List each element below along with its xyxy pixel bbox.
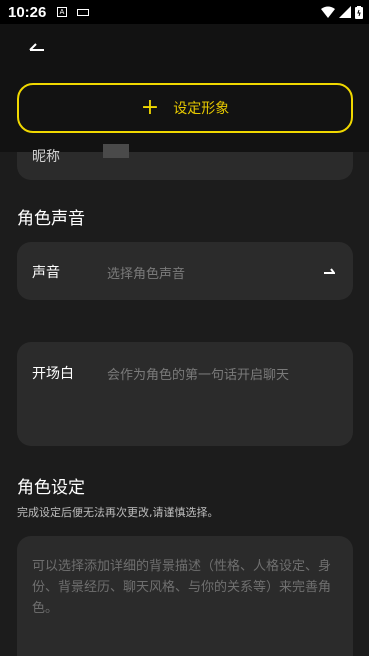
status-bar: 10:26 A xyxy=(0,0,369,24)
set-avatar-label: 设定形象 xyxy=(173,101,230,117)
signal-icon xyxy=(339,6,351,18)
wifi-icon xyxy=(321,6,335,18)
nickname-field[interactable]: 昵称 xyxy=(17,144,353,180)
opening-line-input[interactable]: 开场白 会作为角色的第一句话开启聊天 xyxy=(17,342,353,446)
nickname-value-blurred xyxy=(103,144,129,158)
status-icons xyxy=(321,5,363,19)
voice-select[interactable]: 声音 选择角色声音 xyxy=(17,242,353,300)
notification-icon: A xyxy=(57,7,67,17)
back-arrow-icon[interactable] xyxy=(28,40,46,52)
character-description-placeholder: 可以选择添加详细的背景描述（性格、人格设定、身份、背景经历、聊天风格、与你的关系… xyxy=(32,559,332,616)
battery-icon xyxy=(355,5,363,19)
character-hint: 完成设定后便无法再次更改,请谨慎选择。 xyxy=(17,506,219,519)
chevron-icon xyxy=(324,268,335,274)
set-avatar-button[interactable]: + 设定形象 xyxy=(17,83,353,133)
status-time: 10:26 xyxy=(8,4,47,21)
keyboard-icon xyxy=(77,9,89,16)
voice-placeholder: 选择角色声音 xyxy=(107,267,186,282)
character-section-title: 角色设定 xyxy=(17,478,85,498)
opening-label: 开场白 xyxy=(32,366,74,382)
character-description-input[interactable]: 可以选择添加详细的背景描述（性格、人格设定、身份、背景经历、聊天风格、与你的关系… xyxy=(17,536,353,656)
nickname-label: 昵称 xyxy=(32,149,60,165)
plus-icon: + xyxy=(140,95,160,120)
opening-placeholder: 会作为角色的第一句话开启聊天 xyxy=(107,368,290,383)
voice-label: 声音 xyxy=(32,265,60,281)
voice-section-title: 角色声音 xyxy=(17,209,85,229)
